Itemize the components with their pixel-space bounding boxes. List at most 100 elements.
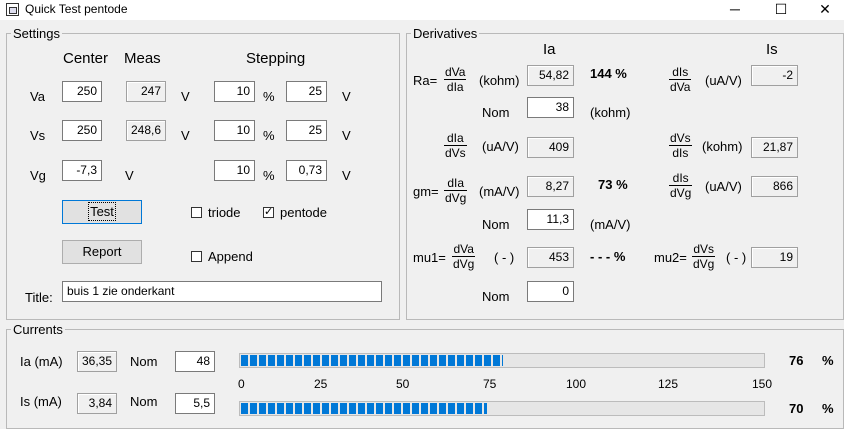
gm-value: 8,27 [527,176,574,197]
ia-progress-bar [239,353,765,368]
meas-header: Meas [124,50,161,67]
gm-nom-label: Nom [482,217,510,232]
vs-unit: V [181,128,190,143]
va-unit: V [181,89,190,104]
center-header: Center [63,50,109,67]
vg-unit2: V [342,168,351,183]
ia-current-value: 36,35 [77,351,117,372]
minimize-button[interactable]: ─ [712,0,758,20]
scale-tick: 0 [238,377,245,391]
vs-center-input[interactable]: 250 [62,120,102,141]
is-a-fraction: dIs dVa [669,65,692,94]
gm-label: gm= [413,184,439,199]
va-pct-sign: % [263,89,275,104]
append-checkbox[interactable] [191,251,202,262]
is-percent-sign: % [822,401,834,416]
test-button[interactable]: Test [62,200,142,224]
ra-label: Ra= [413,73,438,88]
va-meas-value: 247 [126,81,166,102]
ia-nom-label: Nom [130,354,158,369]
scale-tick: 100 [566,377,587,391]
ia-b-fraction: dIa dVs [444,131,467,160]
window-title: Quick Test pentode [25,2,128,16]
vg-center-input[interactable]: -7,3 [62,160,102,181]
ra-percent: 144 % [590,66,627,81]
scale-tick: 25 [314,377,328,391]
ra-nom-input[interactable]: 38 [527,97,574,118]
report-button[interactable]: Report [62,240,142,264]
settings-legend: Settings [13,26,60,41]
mu2-unit: ( - ) [726,250,747,265]
ia-b-unit: (uA/V) [482,139,519,154]
vs-unit2: V [342,128,351,143]
vg-step-pct-input[interactable]: 10 [214,160,255,181]
vs-pct-sign: % [263,128,275,143]
is-b-value: 21,87 [751,137,798,158]
is-b-fraction: dVs dIs [669,131,692,160]
gm-percent: 73 % [598,177,628,192]
vg-label: Vg [30,168,46,183]
va-label: Va [30,89,45,104]
stepping-header: Stepping [246,50,306,67]
scale-tick: 75 [483,377,497,391]
scale-tick: 125 [658,377,679,391]
is-percent-value: 70 [789,401,804,416]
gm-nom-input[interactable]: 11,3 [527,209,574,230]
gm-fraction: dIa dVg [444,176,468,205]
vs-step-pct-input[interactable]: 10 [214,120,255,141]
is-nom-label: Nom [130,394,158,409]
scale-tick: 50 [396,377,410,391]
vg-unit: V [125,168,134,183]
is-a-value: -2 [751,65,798,86]
va-unit2: V [342,89,351,104]
is-progress-bar [239,401,765,416]
pentode-checkbox[interactable]: ✓ [263,207,274,218]
test-button-label: Test [88,202,116,221]
is-a-unit: (uA/V) [705,73,742,88]
is-c-value: 866 [751,176,798,197]
currents-legend: Currents [13,322,63,337]
vs-step-abs-input[interactable]: 25 [286,120,327,141]
ra-value: 54,82 [527,65,574,86]
mu1-percent: - - - % [590,249,626,264]
ra-nom-unit: (kohm) [590,105,631,120]
is-b-unit: (kohm) [702,139,743,154]
maximize-button[interactable]: ☐ [758,0,804,20]
mu2-label: mu2= [654,250,687,265]
derivatives-legend: Derivatives [413,26,478,41]
va-step-abs-input[interactable]: 25 [286,81,327,102]
ia-percent-value: 76 [789,353,804,368]
mu1-value: 453 [527,247,574,268]
triode-label: triode [208,205,241,220]
mu1-nom-input[interactable]: 0 [527,281,574,302]
close-button[interactable]: ✕ [802,0,844,20]
ia-current-label: Ia (mA) [20,354,63,369]
gm-nom-unit: (mA/V) [590,217,631,232]
title-input[interactable]: buis 1 zie onderkant [62,281,382,302]
is-c-fraction: dIs dVg [669,171,693,200]
gm-unit: (mA/V) [479,184,520,199]
is-current-value: 3,84 [77,393,117,414]
va-step-pct-input[interactable]: 10 [214,81,255,102]
append-label: Append [208,249,253,264]
mu1-label: mu1= [413,250,446,265]
ia-nom-input[interactable]: 48 [175,351,215,372]
va-center-input[interactable]: 250 [62,81,102,102]
ia-b-value: 409 [527,137,574,158]
is-current-label: Is (mA) [20,394,62,409]
pentode-label: pentode [280,205,327,220]
ra-nom-label: Nom [482,105,510,120]
scale-tick: 150 [752,377,773,391]
title-bar: Quick Test pentode ─ ☐ ✕ [0,0,844,20]
is-nom-input[interactable]: 5,5 [175,393,215,414]
mu1-nom-label: Nom [482,289,510,304]
ia-percent-sign: % [822,353,834,368]
vg-pct-sign: % [263,168,275,183]
ia-column-header: Ia [543,41,556,58]
triode-checkbox[interactable] [191,207,202,218]
vs-meas-value: 248,6 [126,120,166,141]
is-c-unit: (uA/V) [705,179,742,194]
vg-step-abs-input[interactable]: 0,73 [286,160,327,181]
ra-fraction: dVa dIa [444,65,467,94]
is-progress-fill [241,403,487,414]
